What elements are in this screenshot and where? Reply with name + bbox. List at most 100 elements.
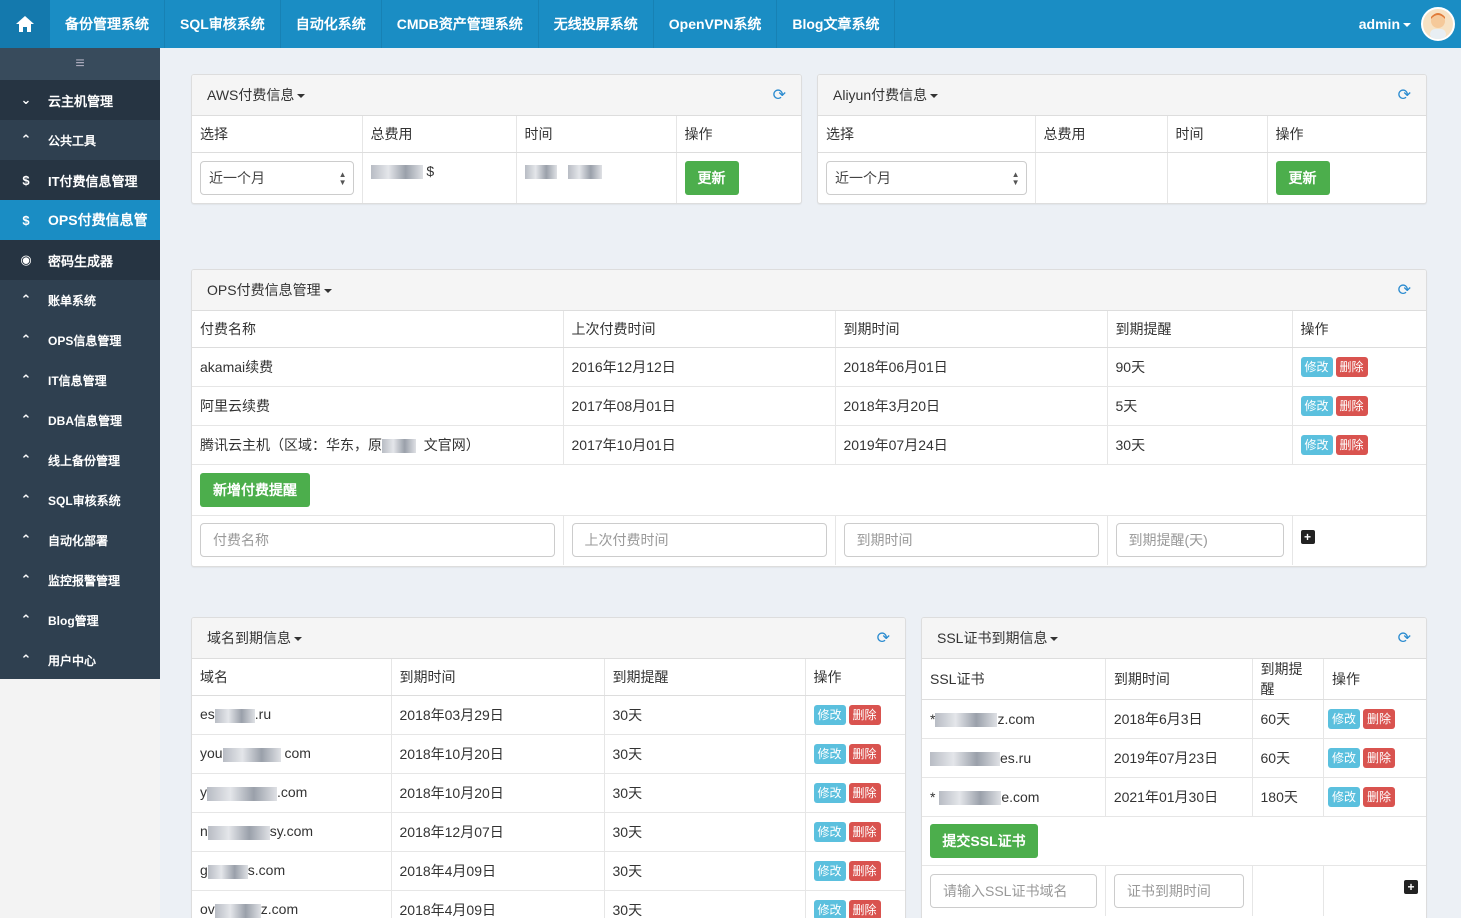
edit-button[interactable]: 修改: [1328, 748, 1361, 768]
redacted-value: [207, 864, 248, 879]
period-select[interactable]: 近一个月 ▲ ▼: [200, 161, 354, 195]
refresh-icon[interactable]: ⟳: [773, 85, 786, 105]
sidebar-item-label: 公共工具: [48, 133, 97, 148]
dollar-icon: $: [22, 212, 30, 228]
period-select[interactable]: 近一个月 ▲ ▼: [826, 161, 1027, 195]
sidebar-item-label: DBA信息管理: [48, 413, 122, 428]
select-value: 近一个月: [209, 170, 265, 186]
ssl-domain-input[interactable]: 请输入SSL证书域名: [930, 873, 1097, 908]
home-button[interactable]: [0, 0, 50, 48]
edit-button[interactable]: 修改: [1300, 434, 1333, 455]
panel-title[interactable]: 域名到期信息: [207, 628, 302, 648]
sidebar-item-online-backup[interactable]: ⌃ 线上备份管理: [0, 440, 160, 480]
nav-cmdb[interactable]: CMDB资产管理系统: [382, 0, 539, 48]
panel-title[interactable]: SSL证书到期信息: [937, 628, 1059, 648]
chevron-up-icon: ⌃: [20, 132, 32, 147]
delete-button[interactable]: 删除: [1363, 787, 1396, 807]
delete-button[interactable]: 删除: [1335, 395, 1368, 416]
nav-blog[interactable]: Blog文章系统: [777, 0, 896, 48]
expire-time-input[interactable]: 到期时间: [843, 523, 1099, 558]
sidebar-item-blog[interactable]: ⌃ Blog管理: [0, 600, 160, 640]
refresh-icon[interactable]: ⟳: [1398, 85, 1411, 105]
delete-button[interactable]: 删除: [848, 782, 881, 803]
nav-automation[interactable]: 自动化系统: [281, 0, 382, 48]
edit-button[interactable]: 修改: [1328, 709, 1361, 729]
ssl-expire-input[interactable]: 证书到期时间: [1113, 873, 1244, 908]
column-header: 时间: [516, 116, 677, 153]
table-row: akamai续费 2016年12月12日 2018年06月01日 90天 修改删…: [192, 347, 1426, 387]
refresh-icon[interactable]: ⟳: [877, 628, 890, 648]
nav-sql-audit[interactable]: SQL审核系统: [165, 0, 281, 48]
sidebar-item-auto-deploy[interactable]: ⌃ 自动化部署: [0, 520, 160, 560]
edit-button[interactable]: 修改: [813, 743, 846, 764]
last-paid-time-input[interactable]: 上次付费时间: [571, 523, 827, 558]
table-row: n sy.com 2018年12月07日 30天 修改 删除: [192, 812, 905, 852]
sidebar-item-it-billing[interactable]: $ IT付费信息管理: [0, 160, 160, 200]
edit-button[interactable]: 修改: [1328, 787, 1361, 807]
domain-part: g: [200, 862, 208, 879]
remind-days-input[interactable]: 到期提醒(天): [1115, 523, 1284, 558]
delete-button[interactable]: 删除: [1335, 434, 1368, 455]
sidebar-item-billing-system[interactable]: ⌃ 账单系统: [0, 280, 160, 320]
delete-button[interactable]: 删除: [848, 860, 881, 881]
delete-button[interactable]: 删除: [1363, 709, 1396, 729]
cell-remind: 30天: [604, 695, 806, 735]
nav-openvpn[interactable]: OpenVPN系统: [654, 0, 778, 48]
panel-title[interactable]: OPS付费信息管理: [207, 280, 332, 300]
nav-wireless-cast[interactable]: 无线投屏系统: [539, 0, 654, 48]
redacted-value: [382, 438, 416, 453]
cell-expire: 2018年06月01日: [835, 347, 1108, 387]
delete-button[interactable]: 删除: [1363, 748, 1396, 768]
add-icon[interactable]: +: [1300, 529, 1315, 544]
sidebar-item-user-center[interactable]: ⌃ 用户中心: [0, 640, 160, 680]
redacted-value: [214, 903, 261, 918]
edit-button[interactable]: 修改: [1300, 395, 1333, 416]
add-billing-reminder-button[interactable]: 新增付费提醒: [200, 472, 310, 507]
sidebar-item-monitor-alert[interactable]: ⌃ 监控报警管理: [0, 560, 160, 600]
billing-name-input[interactable]: 付费名称: [200, 523, 555, 558]
delete-button[interactable]: 删除: [1335, 356, 1368, 377]
panel-title[interactable]: Aliyun付费信息: [833, 85, 939, 105]
delete-button[interactable]: 删除: [848, 899, 881, 918]
column-header: 操作: [1292, 311, 1426, 348]
sidebar-item-ops-info[interactable]: ⌃ OPS信息管理: [0, 320, 160, 360]
edit-button[interactable]: 修改: [813, 899, 846, 918]
user-name[interactable]: admin: [1359, 16, 1421, 32]
update-button[interactable]: 更新: [1275, 161, 1330, 195]
sidebar-item-public-tools[interactable]: ⌃ 公共工具: [0, 120, 160, 160]
edit-button[interactable]: 修改: [813, 860, 846, 881]
redacted-value: [370, 164, 423, 179]
add-icon[interactable]: +: [1404, 880, 1418, 894]
edit-button[interactable]: 修改: [813, 704, 846, 725]
redacted-value: [524, 164, 557, 179]
table-row: g s.com 2018年4月09日 30天 修改 删除: [192, 851, 905, 891]
redacted-value: [222, 747, 281, 762]
sidebar-item-cloud-host[interactable]: ⌄ 云主机管理: [0, 80, 160, 120]
nav-backup[interactable]: 备份管理系统: [50, 0, 165, 48]
cell-remind: 30天: [604, 773, 806, 813]
edit-button[interactable]: 修改: [1300, 356, 1333, 377]
refresh-icon[interactable]: ⟳: [1398, 628, 1411, 648]
edit-button[interactable]: 修改: [813, 782, 846, 803]
sidebar-item-it-info[interactable]: ⌃ IT信息管理: [0, 360, 160, 400]
delete-button[interactable]: 删除: [848, 821, 881, 842]
refresh-icon[interactable]: ⟳: [1398, 280, 1411, 300]
edit-button[interactable]: 修改: [813, 821, 846, 842]
sidebar-toggle[interactable]: ≡: [0, 48, 160, 80]
user-menu[interactable]: admin: [1359, 0, 1461, 48]
delete-button[interactable]: 删除: [848, 704, 881, 725]
sidebar-item-ops-billing[interactable]: $ OPS付费信息管: [0, 200, 160, 240]
submit-ssl-button[interactable]: 提交SSL证书: [930, 824, 1038, 858]
cell-expire: 2018年4月09日: [391, 851, 605, 891]
chevron-up-icon: ⌃: [20, 652, 32, 667]
avatar[interactable]: [1421, 7, 1455, 41]
sidebar-item-dba-info[interactable]: ⌃ DBA信息管理: [0, 400, 160, 440]
redacted-value: [930, 752, 1000, 767]
delete-button[interactable]: 删除: [848, 743, 881, 764]
sidebar-item-sql-audit[interactable]: ⌃ SQL审核系统: [0, 480, 160, 520]
chevron-down-icon: ⌄: [20, 92, 32, 107]
panel-title[interactable]: AWS付费信息: [207, 85, 306, 105]
update-button[interactable]: 更新: [684, 161, 739, 195]
sidebar-item-password-generator[interactable]: ◉ 密码生成器: [0, 240, 160, 280]
sidebar-item-label: 密码生成器: [48, 253, 114, 269]
